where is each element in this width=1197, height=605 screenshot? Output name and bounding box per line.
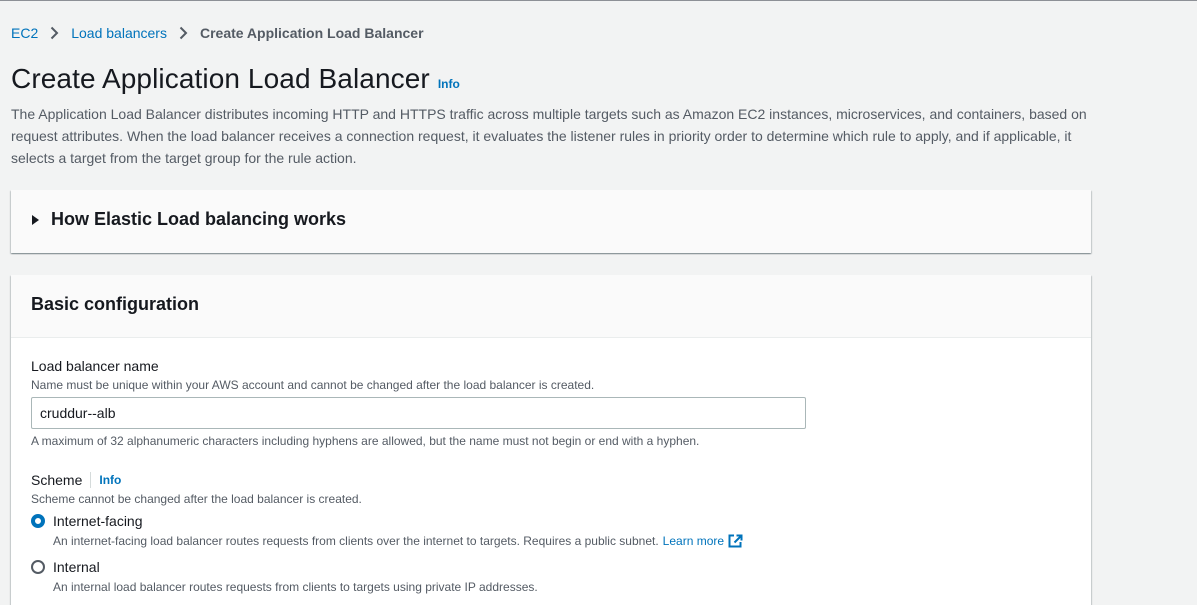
learn-more-link[interactable]: Learn more [663,534,743,548]
basic-configuration-header: Basic configuration [11,275,1091,338]
scheme-info-link[interactable]: Info [99,473,121,487]
basic-configuration-panel: Basic configuration Load balancer name N… [11,275,1091,605]
how-elb-works-panel: How Elastic Load balancing works [11,190,1091,253]
scheme-label-row: Scheme Info [31,472,121,488]
breadcrumb-load-balancers-link[interactable]: Load balancers [71,25,167,41]
basic-configuration-title: Basic configuration [31,294,200,314]
scheme-divider [90,472,92,488]
internal-label: Internal [53,559,100,575]
scheme-description: Scheme cannot be changed after the load … [31,492,362,506]
internal-radio[interactable] [31,560,45,574]
scheme-internal-option[interactable]: Internal [31,559,100,575]
page-info-link[interactable]: Info [438,77,460,91]
caret-right-icon [32,214,39,225]
how-elb-works-title: How Elastic Load balancing works [51,209,347,229]
window-top-border [0,0,1197,1]
load-balancer-name-constraint: A maximum of 32 alphanumeric characters … [31,434,700,448]
page-description: The Application Load Balancer distribute… [11,106,1087,166]
internet-facing-label: Internet-facing [53,513,143,529]
breadcrumb-current: Create Application Load Balancer [199,25,424,41]
internet-facing-radio[interactable] [31,514,45,528]
internet-facing-description-row: An internet-facing load balancer routes … [53,534,743,548]
page-header: Create Application Load Balancer Info [11,63,460,95]
load-balancer-name-input[interactable] [31,397,806,429]
external-link-icon [728,534,743,548]
load-balancer-name-description: Name must be unique within your AWS acco… [31,378,595,392]
internal-description-row: An internal load balancer routes request… [53,580,538,594]
chevron-right-icon [50,26,59,40]
chevron-right-icon [179,26,188,40]
how-elb-works-toggle[interactable]: How Elastic Load balancing works [32,209,346,230]
internet-facing-description: An internet-facing load balancer routes … [53,534,659,548]
scheme-label: Scheme [31,472,83,488]
load-balancer-name-label: Load balancer name [31,358,159,374]
learn-more-label: Learn more [662,534,725,548]
scheme-internet-facing-option[interactable]: Internet-facing [31,513,143,529]
breadcrumb-ec2-link[interactable]: EC2 [11,25,38,41]
page-title: Create Application Load Balancer [11,63,430,94]
breadcrumb: EC2 Load balancers Create Application Lo… [11,24,424,42]
internal-description: An internal load balancer routes request… [53,580,538,594]
